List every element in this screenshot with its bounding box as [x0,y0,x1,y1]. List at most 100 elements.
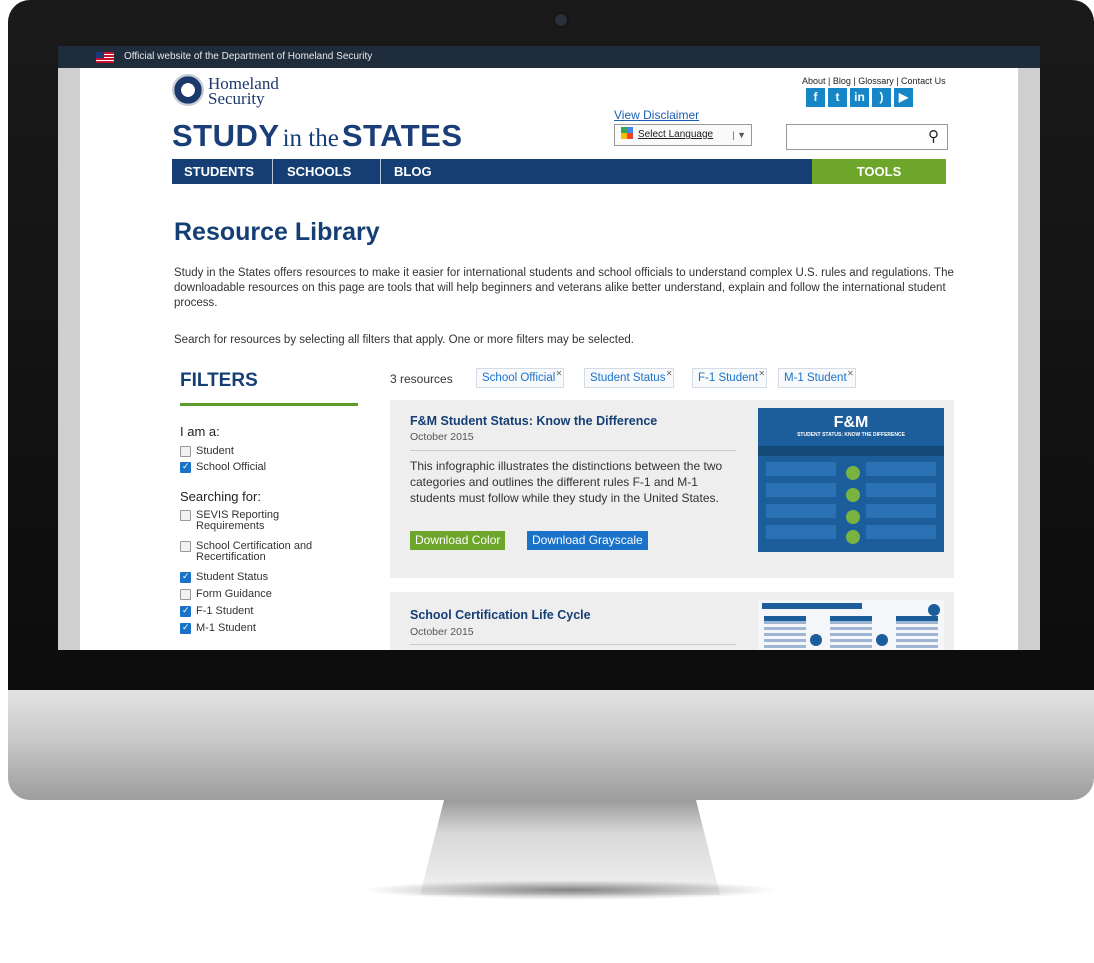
resource-title[interactable]: School Certification Life Cycle [410,608,591,622]
screen: Official website of the Department of Ho… [58,46,1040,650]
youtube-icon[interactable]: ▶ [894,88,913,107]
resource-thumbnail[interactable] [758,600,944,650]
checkbox[interactable] [180,510,191,521]
resource-card: School Certification Life Cycle October … [390,592,954,650]
download-grayscale-button[interactable]: Download Grayscale [527,531,648,550]
download-color-button[interactable]: Download Color [410,531,506,550]
nav-divider [380,159,381,184]
thumbnail-icon [846,488,860,502]
thumbnail-icon [876,634,888,646]
brand-states: STATES [341,118,463,153]
thumbnail-column [766,462,836,546]
thumbnail-column [830,616,872,650]
active-filter-tag[interactable]: Student Status ✕ [584,365,675,388]
thumbnail-column [764,616,806,650]
agency-name[interactable]: Homeland Security [208,75,308,107]
gov-banner: Official website of the Department of Ho… [58,46,1040,68]
filters-heading: FILTERS [180,370,258,391]
card-divider [410,644,736,645]
thumbnail-column [896,616,938,650]
filter-label: Student Status [196,571,269,583]
resource-title[interactable]: F&M Student Status: Know the Difference [410,414,657,428]
thumbnail-icon [810,634,822,646]
google-translate-icon [621,127,633,139]
view-disclaimer-link[interactable]: View Disclaimer [614,108,699,122]
chevron-down-icon: | ▼ [732,130,746,140]
card-divider [410,450,736,451]
thumbnail-column [866,462,936,546]
page-title: Resource Library [174,218,380,246]
monitor-chin [8,690,1094,800]
linkedin-icon[interactable]: in [850,88,869,107]
tag-label: Student Status [590,372,666,384]
search-icon[interactable]: ⚲ [928,127,939,145]
close-icon[interactable]: ✕ [847,365,854,383]
nav-divider [272,159,273,184]
page-intro: Study in the States offers resources to … [174,267,954,309]
nav-blog[interactable]: BLOG [394,159,432,184]
resource-thumbnail[interactable]: F&M STUDENT STATUS: KNOW THE DIFFERENCE [758,408,944,552]
results-count: 3 resources [390,372,453,386]
active-filter-tag[interactable]: M-1 Student ✕ [778,368,856,388]
thumbnail-icon [846,530,860,544]
checkbox[interactable] [180,461,191,473]
utility-links[interactable]: About | Blog | Glossary | Contact Us [802,76,946,86]
i-am-label: I am a: [180,424,220,439]
filter-label: School Official [196,461,267,473]
close-icon[interactable]: ✕ [758,365,765,383]
rss-icon[interactable]: ) [872,88,891,107]
web-page: Homeland Security STUDY in theSTATES View… [80,68,1018,650]
brand-study: STUDY [172,118,280,153]
close-icon[interactable]: ✕ [666,365,673,383]
filter-label: Student [196,445,234,457]
searching-for-label: Searching for: [180,489,261,504]
social-links: f t in ) ▶ [806,88,913,107]
thumbnail-icon [846,466,860,480]
gov-banner-text: Official website of the Department of Ho… [124,51,373,62]
filter-hint: Search for resources by selecting all fi… [174,334,634,346]
filter-label: Form Guidance [196,588,272,600]
checkbox[interactable] [180,571,191,583]
filter-label: SEVIS Reporting Requirements [196,509,280,532]
thumbnail-title-bar [762,603,862,609]
thumbnail-icon [846,510,860,524]
search-input[interactable]: ⚲ [786,124,948,150]
close-icon[interactable]: ✕ [556,365,563,383]
facebook-icon[interactable]: f [806,88,825,107]
nav-students[interactable]: STUDENTS [184,159,254,184]
resource-card: F&M Student Status: Know the Difference … [390,400,954,578]
filter-label: M-1 Student [196,622,256,634]
checkbox[interactable] [180,446,191,457]
tag-label: School Official [482,372,556,384]
checkbox[interactable] [180,589,191,600]
stand-shadow [360,880,780,900]
nav-tools[interactable]: TOOLS [812,159,946,184]
tag-label: F-1 Student [698,372,759,384]
resource-description: This infographic illustrates the distinc… [410,459,723,505]
nav-schools[interactable]: SCHOOLS [287,159,351,184]
language-select-label: Select Language [638,129,714,140]
tag-label: M-1 Student [784,372,847,384]
dhs-seal-icon[interactable] [172,74,204,106]
language-select[interactable]: Select Language | ▼ [614,124,752,146]
thumbnail-icon [928,604,940,616]
thumbnail-subheading: STUDENT STATUS: KNOW THE DIFFERENCE [797,432,905,438]
site-brand[interactable]: STUDY in theSTATES [172,118,463,154]
resource-date: October 2015 [410,626,474,638]
resource-date: October 2015 [410,431,474,443]
active-filter-tag[interactable]: School Official ✕ [476,365,565,388]
webcam [555,14,567,26]
filter-label: School Certification and Recertification [196,540,313,563]
active-filter-tag[interactable]: F-1 Student ✕ [692,365,768,388]
checkbox[interactable] [180,622,191,634]
us-flag-icon [96,52,114,63]
thumbnail-heading: F&M [833,414,869,431]
brand-in-the: in the [282,125,339,152]
checkbox[interactable] [180,605,191,617]
filter-label: F-1 Student [196,605,254,617]
checkbox[interactable] [180,541,191,552]
main-nav: STUDENTS SCHOOLS BLOG TOOLS [172,159,946,184]
filters-divider [180,403,358,406]
twitter-icon[interactable]: t [828,88,847,107]
thumbnail-band [758,446,944,456]
